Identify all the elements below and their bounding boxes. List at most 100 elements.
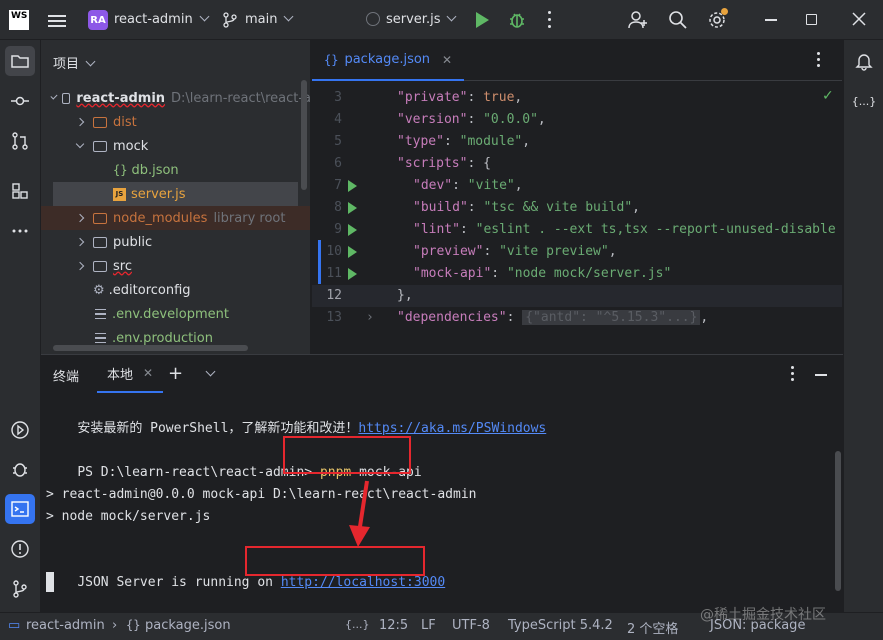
tree-item-env-development[interactable]: .env.development bbox=[41, 302, 310, 326]
code-line[interactable]: 8 "build": "tsc && vite build", bbox=[312, 197, 842, 219]
line-separator[interactable]: LF bbox=[421, 618, 436, 633]
terminal-scrollbar[interactable] bbox=[835, 451, 841, 591]
run-script-icon[interactable] bbox=[348, 246, 357, 258]
tree-item-root[interactable]: react-admin D:\learn-react\react-a bbox=[41, 86, 311, 110]
close-tab-icon[interactable]: ✕ bbox=[143, 366, 153, 380]
fold-expand-icon[interactable]: › bbox=[366, 307, 374, 329]
tab-package-json[interactable]: {} package.json ✕ bbox=[312, 40, 465, 81]
code-line[interactable]: 6 "scripts": { bbox=[312, 153, 842, 175]
run-script-icon[interactable] bbox=[348, 180, 357, 192]
run-script-icon[interactable] bbox=[348, 224, 357, 236]
commit-tool-button[interactable] bbox=[5, 86, 35, 116]
json-path-indicator[interactable]: {...} bbox=[345, 618, 370, 631]
tree-item-label: public bbox=[113, 234, 153, 250]
breadcrumb-file[interactable]: package.json bbox=[145, 618, 231, 633]
main-menu-icon[interactable] bbox=[48, 12, 66, 28]
terminal-line[interactable]: 安装最新的 PowerShell，了解新功能和改进！https://aka.ms… bbox=[46, 396, 546, 436]
editor-more-icon[interactable] bbox=[817, 52, 821, 67]
ps-link[interactable]: https://aka.ms/PSWindows bbox=[358, 421, 546, 436]
project-scrollbar-h[interactable] bbox=[53, 345, 248, 351]
tree-item-editorconfig[interactable]: ⚙ .editorconfig bbox=[41, 278, 310, 302]
indent-setting[interactable]: 2 个空格 bbox=[627, 618, 678, 637]
code-line[interactable]: 7 "dev": "vite", bbox=[312, 175, 842, 197]
project-tool-button[interactable] bbox=[5, 46, 35, 76]
close-tab-icon[interactable]: ✕ bbox=[442, 53, 452, 67]
problems-icon bbox=[11, 540, 29, 558]
tree-item-label: .env.production bbox=[112, 330, 213, 346]
tree-item-server-js[interactable]: JS server.js bbox=[53, 182, 298, 206]
terminal-line[interactable]: > react-admin@0.0.0 mock-api D:\learn-re… bbox=[46, 484, 476, 506]
code-text: "version": "0.0.0", bbox=[397, 109, 546, 131]
code-line[interactable]: 9 "lint": "eslint . --ext ts,tsx --report… bbox=[312, 219, 842, 241]
project-panel-title[interactable]: 项目 bbox=[53, 53, 96, 72]
code-text: "private": true, bbox=[397, 87, 522, 109]
close-window-icon[interactable] bbox=[852, 12, 866, 26]
tree-item-label: src bbox=[113, 258, 132, 274]
terminal-more-icon[interactable] bbox=[791, 366, 795, 381]
json-value: "vite preview" bbox=[499, 244, 609, 259]
tab-local[interactable]: 本地 ✕ bbox=[97, 355, 164, 393]
gear-icon: ⚙ bbox=[93, 282, 105, 298]
code-line[interactable]: 5 "type": "module", bbox=[312, 131, 842, 153]
debug-icon[interactable] bbox=[508, 11, 526, 29]
code-line[interactable]: 4 "version": "0.0.0", bbox=[312, 109, 842, 131]
json-value[interactable]: {"antd": "^5.15.3"...} bbox=[522, 310, 701, 325]
problems-tool-button[interactable] bbox=[5, 534, 35, 564]
code-line[interactable]: 13 › "dependencies": {"antd": "^5.15.3"...… bbox=[312, 307, 842, 329]
code-line[interactable]: 11 "mock-api": "node mock/server.js" bbox=[312, 263, 842, 285]
terminal-tool-button[interactable] bbox=[5, 494, 35, 524]
json-path-tool-button[interactable]: {...} bbox=[849, 86, 879, 116]
tree-item-public[interactable]: public bbox=[41, 230, 310, 254]
git-tool-button[interactable] bbox=[5, 574, 35, 604]
tree-item-db-json[interactable]: {} db.json bbox=[41, 158, 310, 182]
run-config-selector[interactable]: server.js bbox=[386, 11, 457, 27]
minimize-window-icon[interactable] bbox=[765, 19, 777, 21]
run-icon[interactable] bbox=[476, 12, 489, 28]
code-line[interactable]: 3 "private": true, bbox=[312, 87, 842, 109]
tree-item-dist[interactable]: dist bbox=[41, 110, 310, 134]
code-text: "dev": "vite", bbox=[413, 175, 523, 197]
branch-switcher[interactable]: main bbox=[245, 11, 294, 27]
code-line[interactable]: 10 "preview": "vite preview", bbox=[312, 241, 842, 263]
code-line[interactable]: 12}, bbox=[312, 285, 842, 307]
project-scrollbar-v[interactable] bbox=[301, 80, 307, 190]
code-text: }, bbox=[397, 285, 413, 307]
tree-item-label: react-admin bbox=[76, 90, 166, 106]
terminal-line[interactable]: > node mock/server.js bbox=[46, 506, 210, 528]
pull-requests-tool-button[interactable] bbox=[5, 126, 35, 156]
structure-tool-button[interactable] bbox=[5, 176, 35, 206]
hide-panel-icon[interactable] bbox=[815, 374, 827, 376]
highlight-box-command bbox=[283, 436, 411, 474]
more-tools-button[interactable] bbox=[5, 216, 35, 246]
maximize-window-icon[interactable] bbox=[806, 14, 817, 25]
tree-item-node-modules[interactable]: node_modules library root bbox=[41, 206, 310, 230]
bell-icon bbox=[855, 54, 873, 71]
run-script-icon[interactable] bbox=[348, 202, 357, 214]
search-icon[interactable] bbox=[668, 10, 688, 30]
editor-tabs: {} package.json ✕ bbox=[312, 40, 842, 81]
add-user-icon[interactable] bbox=[628, 10, 648, 30]
tree-item-mock[interactable]: mock bbox=[41, 134, 310, 158]
debug-tool-button[interactable] bbox=[5, 454, 35, 484]
project-badge[interactable]: RA bbox=[88, 10, 108, 30]
run-script-icon[interactable] bbox=[348, 268, 357, 280]
chevron-right-icon bbox=[75, 261, 85, 271]
project-switcher[interactable]: react-admin bbox=[114, 11, 210, 27]
new-terminal-icon[interactable]: + bbox=[168, 363, 183, 384]
file-encoding[interactable]: UTF-8 bbox=[452, 618, 490, 633]
folder-icon bbox=[93, 212, 107, 224]
more-vertical-icon[interactable] bbox=[548, 11, 552, 29]
punctuation: , bbox=[514, 178, 523, 193]
notifications-tool-button[interactable] bbox=[849, 46, 879, 76]
tree-item-src[interactable]: src bbox=[41, 254, 310, 278]
language-service[interactable]: TypeScript 5.4.2 bbox=[508, 618, 613, 633]
chevron-down-icon[interactable] bbox=[205, 366, 216, 377]
punctuation: : bbox=[443, 134, 460, 149]
server-url-link[interactable]: http://localhost:3000 bbox=[281, 575, 445, 590]
breadcrumb-project[interactable]: react-admin bbox=[26, 618, 105, 633]
webstorm-logo-icon[interactable]: WS bbox=[9, 10, 29, 30]
caret-position[interactable]: 12:5 bbox=[379, 618, 408, 633]
tree-item-path: D:\learn-react\react-a bbox=[171, 90, 311, 106]
services-tool-button[interactable] bbox=[5, 415, 35, 445]
json-value: "module" bbox=[459, 134, 523, 149]
